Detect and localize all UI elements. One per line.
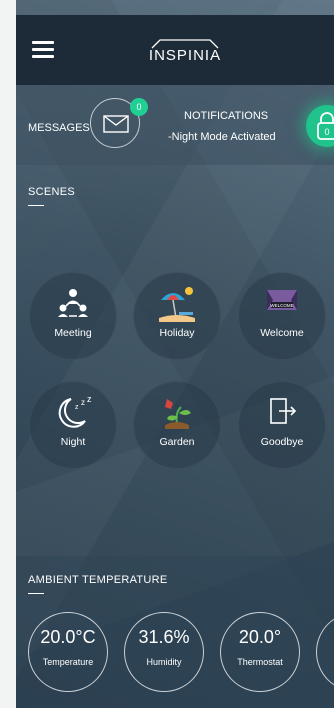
gauge-humidity[interactable]: 31.6% Humidity	[124, 612, 204, 692]
device-frame	[0, 0, 16, 708]
gauge-value: 20.0°C	[40, 627, 96, 647]
garden-icon	[165, 399, 191, 429]
scene-label: Garden	[159, 436, 195, 448]
scene-meeting[interactable]: Meeting	[29, 272, 117, 360]
scene-label: Welcome	[260, 327, 304, 339]
notifications-title: NOTIFICATIONS	[184, 110, 269, 122]
gauge-value: 20.0°	[238, 627, 282, 647]
ambient-title: AMBIENT TEMPERATURE	[28, 574, 168, 586]
scene-garden[interactable]: Garden	[133, 381, 221, 469]
scene-welcome[interactable]: WELCOME Welcome	[238, 272, 326, 360]
scenes-underline	[28, 205, 44, 206]
lock-button[interactable]: 0	[306, 105, 334, 147]
welcome-icon: WELCOME	[267, 290, 297, 310]
gauge-partial[interactable]	[316, 612, 334, 692]
scene-label: Goodbye	[260, 436, 304, 448]
messages-label: MESSAGES	[28, 122, 90, 134]
gauge-temperature[interactable]: 20.0°C Temperature	[28, 612, 108, 692]
lock-count: 0	[324, 127, 329, 137]
notifications-text: -Night Mode Activated	[168, 131, 276, 143]
app-logo: INSPINIA	[140, 37, 230, 65]
svg-text:WELCOME: WELCOME	[270, 303, 293, 308]
scene-label: Night	[60, 436, 86, 448]
ambient-panel: AMBIENT TEMPERATURE 20.0°C Temperature 3…	[16, 556, 334, 708]
top-bar: INSPINIA	[16, 15, 334, 85]
app-screen: INSPINIA MESSAGES 0 NOTIFICATIONS -Night…	[0, 0, 334, 708]
goodbye-icon	[270, 398, 297, 424]
scene-label: Holiday	[159, 327, 195, 339]
gauge-thermostat[interactable]: 20.0° Thermostat	[220, 612, 300, 692]
gauge-label: Humidity	[146, 657, 182, 667]
gauge-value: 31.6%	[138, 627, 190, 647]
scenes-title: SCENES	[28, 186, 76, 198]
scene-holiday[interactable]: Holiday	[133, 272, 221, 360]
lock-icon: 0	[317, 112, 334, 140]
meeting-icon	[58, 289, 88, 317]
svg-text:z: z	[75, 404, 79, 411]
ambient-underline	[28, 593, 44, 594]
scene-label: Meeting	[54, 327, 92, 339]
svg-text:z: z	[81, 398, 85, 407]
svg-text:z: z	[87, 394, 92, 404]
gauge-label: Temperature	[42, 657, 94, 667]
holiday-icon	[159, 287, 195, 322]
status-bar: MESSAGES 0 NOTIFICATIONS -Night Mode Act…	[16, 85, 334, 165]
envelope-icon	[103, 115, 129, 133]
menu-icon[interactable]	[32, 41, 54, 59]
messages-count-badge: 0	[130, 98, 148, 116]
scene-night[interactable]: z z z Night	[29, 381, 117, 469]
night-icon: z z z	[58, 394, 92, 428]
logo-text: INSPINIA	[148, 47, 222, 64]
scene-goodbye[interactable]: Goodbye	[238, 381, 326, 469]
gauge-label: Thermostat	[237, 657, 283, 667]
